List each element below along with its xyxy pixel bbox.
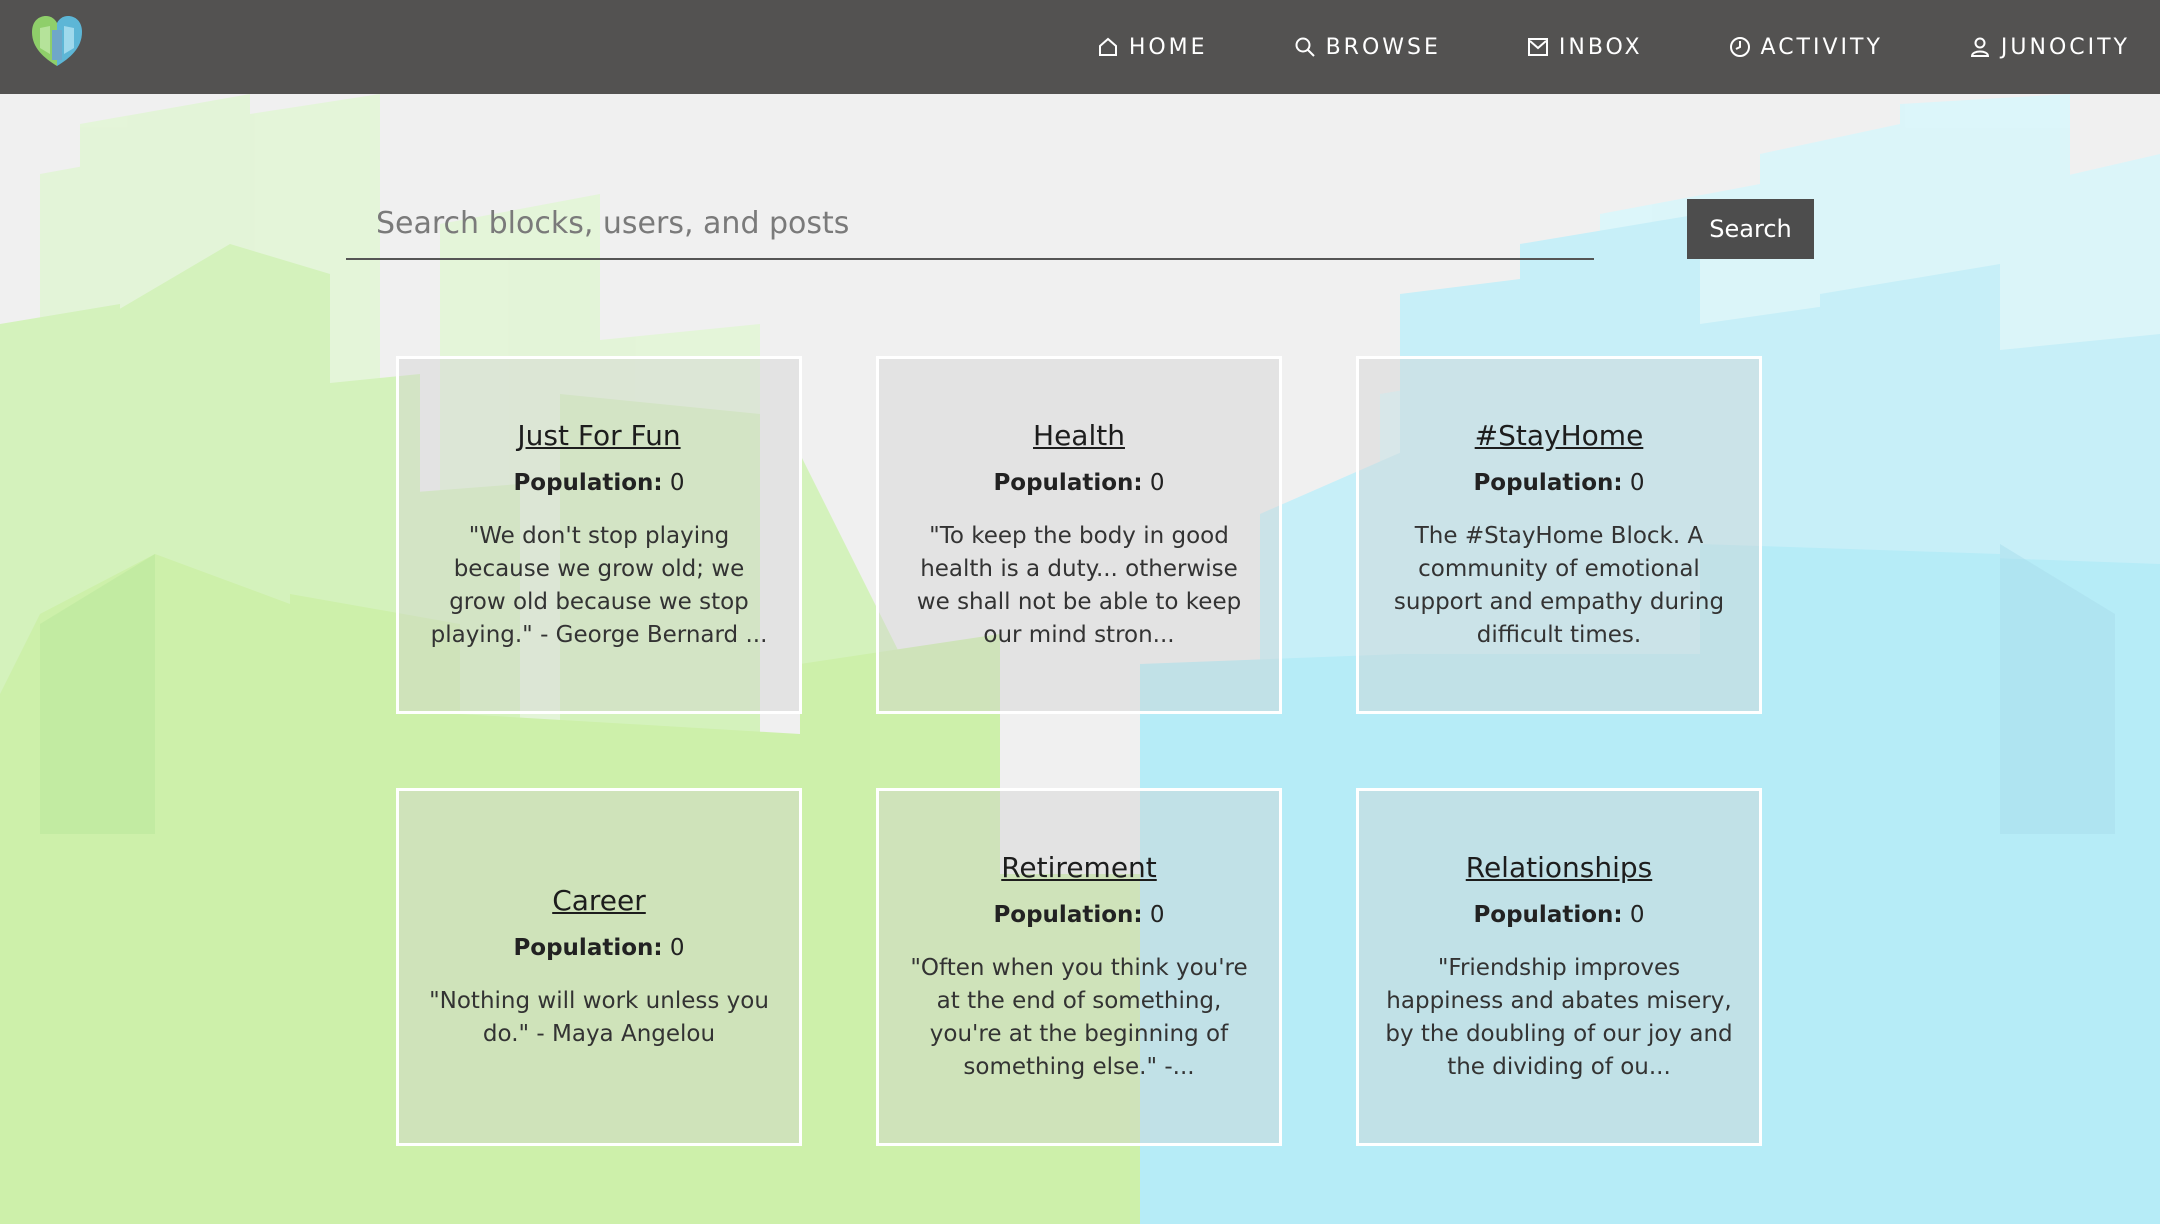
inbox-icon (1527, 38, 1548, 56)
home-icon (1098, 37, 1117, 56)
block-title[interactable]: Career (552, 884, 646, 917)
user-icon (1970, 37, 1989, 57)
block-population: Population: 0 (513, 935, 684, 961)
population-value: 0 (1629, 469, 1645, 496)
block-description: "Nothing will work unless you do." - May… (429, 987, 769, 1047)
population-value: 0 (1149, 469, 1165, 496)
population-value: 0 (1629, 901, 1645, 928)
clock-icon (1729, 37, 1750, 57)
block-card-health[interactable]: Health Population: 0 "To keep the body i… (876, 356, 1282, 714)
block-description: "Often when you think you're at the end … (910, 954, 1248, 1080)
block-population: Population: 0 (1473, 902, 1644, 928)
population-value: 0 (1149, 901, 1165, 928)
nav-inbox[interactable]: INBOX (1527, 35, 1643, 60)
population-label: Population: (513, 934, 663, 961)
block-description: "To keep the body in good health is a du… (916, 522, 1242, 648)
search-icon (1295, 37, 1315, 57)
blocks-grid: Just For Fun Population: 0 "We don't sto… (396, 356, 1764, 1148)
population-value: 0 (669, 469, 685, 496)
block-description: "We don't stop playing because we grow o… (430, 522, 768, 648)
block-population: Population: 0 (993, 470, 1164, 496)
block-card-retirement[interactable]: Retirement Population: 0 "Often when you… (876, 788, 1282, 1146)
nav-inbox-label: INBOX (1558, 34, 1643, 60)
search-button[interactable]: Search (1687, 199, 1814, 259)
block-title[interactable]: #StayHome (1475, 419, 1644, 452)
nav-activity-label: ACTIVITY (1760, 34, 1883, 60)
population-label: Population: (993, 901, 1143, 928)
block-description: "Friendship improves happiness and abate… (1385, 954, 1733, 1080)
block-card-stayhome[interactable]: #StayHome Population: 0 The #StayHome Bl… (1356, 356, 1762, 714)
nav-home[interactable]: HOME (1097, 35, 1208, 60)
block-title[interactable]: Retirement (1001, 851, 1157, 884)
population-value: 0 (669, 934, 685, 961)
population-label: Population: (513, 469, 663, 496)
block-title[interactable]: Relationships (1466, 851, 1652, 884)
block-card-career[interactable]: Career Population: 0 "Nothing will work … (396, 788, 802, 1146)
search-input[interactable] (346, 190, 1594, 256)
block-population: Population: 0 (1473, 470, 1644, 496)
top-navigation-bar: HOME BROWSE INBOX ACTIVITY JUNOCITY (0, 0, 2160, 94)
population-label: Population: (1473, 901, 1623, 928)
nav-profile[interactable]: JUNOCITY (1969, 35, 2130, 60)
search-bar (346, 190, 1594, 260)
block-title[interactable]: Just For Fun (517, 419, 680, 452)
nav-browse[interactable]: BROWSE (1294, 35, 1441, 60)
block-population: Population: 0 (513, 470, 684, 496)
population-label: Population: (1473, 469, 1623, 496)
nav-profile-label: JUNOCITY (2000, 34, 2130, 60)
main-nav: HOME BROWSE INBOX ACTIVITY JUNOCITY (1011, 0, 2130, 94)
nav-home-label: HOME (1128, 34, 1208, 60)
junocity-logo-icon[interactable] (30, 14, 84, 70)
block-population: Population: 0 (993, 902, 1164, 928)
nav-browse-label: BROWSE (1325, 34, 1441, 60)
block-card-relationships[interactable]: Relationships Population: 0 "Friendship … (1356, 788, 1762, 1146)
population-label: Population: (993, 469, 1143, 496)
block-title[interactable]: Health (1033, 419, 1125, 452)
block-card-just-for-fun[interactable]: Just For Fun Population: 0 "We don't sto… (396, 356, 802, 714)
block-description: The #StayHome Block. A community of emot… (1393, 522, 1725, 648)
nav-activity[interactable]: ACTIVITY (1729, 35, 1883, 60)
